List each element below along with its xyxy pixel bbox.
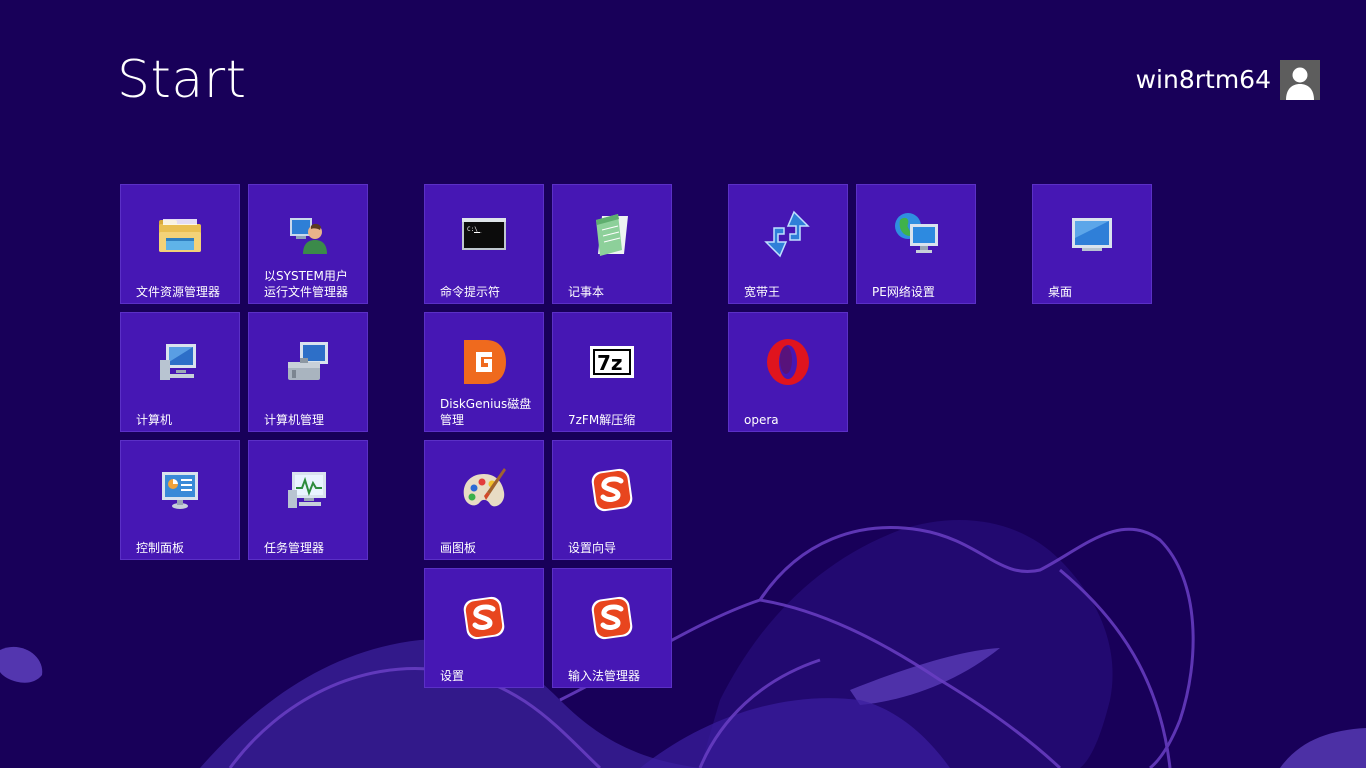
tile-label: 计算机管理	[264, 413, 325, 427]
tile-label: PE网络设置	[872, 285, 935, 299]
user-name: win8rtm64	[1135, 65, 1271, 94]
tile-label: 以SYSTEM用户 运行文件管理器	[264, 269, 349, 299]
tile-label: 文件资源管理器	[136, 285, 221, 299]
computer-icon	[156, 338, 204, 386]
tile-notepad[interactable]: 记事本	[552, 184, 672, 304]
tile-desktop[interactable]: 桌面	[1032, 184, 1152, 304]
tile-control-panel[interactable]: 控制面板	[120, 440, 240, 560]
broadband-arrows-icon	[764, 210, 812, 258]
tile-broadband[interactable]: 宽带王	[728, 184, 848, 304]
tile-label: 设置	[440, 669, 465, 683]
tile-label: opera	[744, 413, 779, 427]
start-title: Start	[117, 50, 247, 110]
task-manager-icon	[284, 466, 332, 514]
tile-label: 宽带王	[744, 285, 781, 299]
control-panel-icon	[156, 466, 204, 514]
computer-management-icon	[284, 338, 332, 386]
svg-text:C:\_: C:\_	[467, 226, 482, 233]
folder-explorer-icon	[156, 210, 204, 258]
tile-label: 记事本	[568, 285, 605, 299]
sogou-icon	[588, 594, 636, 642]
user-computer-icon	[284, 210, 332, 258]
user-account[interactable]: win8rtm64	[1136, 60, 1320, 100]
tile-diskgenius[interactable]: DiskGenius磁盘 管理	[424, 312, 544, 432]
opera-icon	[764, 338, 812, 386]
tile-ime-manager[interactable]: 输入法管理器	[552, 568, 672, 688]
paint-palette-icon	[460, 466, 508, 514]
tile-computer[interactable]: 计算机	[120, 312, 240, 432]
sogou-icon	[460, 594, 508, 642]
desktop-monitor-icon	[1068, 210, 1116, 258]
tile-computer-management[interactable]: 计算机管理	[248, 312, 368, 432]
tile-paint[interactable]: 画图板	[424, 440, 544, 560]
tile-run-as-system-file-manager[interactable]: 以SYSTEM用户 运行文件管理器	[248, 184, 368, 304]
tile-setup-wizard[interactable]: 设置向导	[552, 440, 672, 560]
sogou-icon	[588, 466, 636, 514]
tile-label: 设置向导	[568, 541, 617, 555]
tile-label: DiskGenius磁盘 管理	[440, 397, 532, 427]
tile-label: 7zFM解压缩	[568, 413, 636, 427]
7zip-icon: 7z	[588, 338, 636, 386]
network-globe-icon	[892, 210, 940, 258]
tile-label: 画图板	[440, 541, 477, 555]
tile-label: 命令提示符	[440, 285, 501, 299]
tile-7zfm[interactable]: 7z 7zFM解压缩	[552, 312, 672, 432]
tile-file-explorer[interactable]: 文件资源管理器	[120, 184, 240, 304]
tile-opera[interactable]: opera	[728, 312, 848, 432]
tile-label: 计算机	[136, 413, 173, 427]
tile-label: 桌面	[1048, 285, 1073, 299]
diskgenius-icon	[460, 338, 508, 386]
tile-task-manager[interactable]: 任务管理器	[248, 440, 368, 560]
svg-text:7z: 7z	[597, 351, 623, 375]
tile-pe-network-settings[interactable]: PE网络设置	[856, 184, 976, 304]
start-screen: Start win8rtm64 文件资源管理器 以SYSTEM用户 运行文件管理…	[0, 0, 1366, 768]
user-avatar-icon	[1280, 60, 1320, 100]
notepad-icon	[588, 210, 636, 258]
tile-label: 控制面板	[136, 541, 185, 555]
tile-label: 输入法管理器	[568, 669, 641, 683]
command-prompt-icon: C:\_	[460, 210, 508, 258]
tile-label: 任务管理器	[264, 541, 325, 555]
tile-settings[interactable]: 设置	[424, 568, 544, 688]
tile-command-prompt[interactable]: C:\_ 命令提示符	[424, 184, 544, 304]
